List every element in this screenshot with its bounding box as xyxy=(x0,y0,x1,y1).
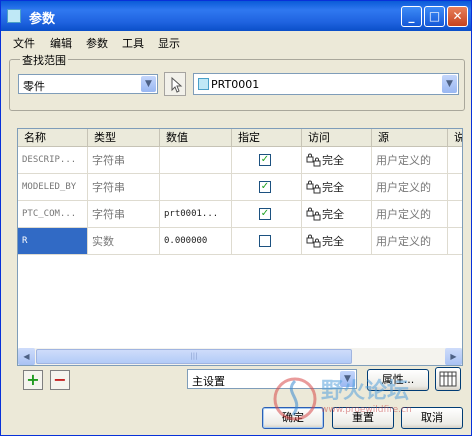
chevron-down-icon: ▼ xyxy=(141,76,156,92)
remove-parameter-button[interactable]: − xyxy=(50,370,70,390)
search-scope-label: 查找范围 xyxy=(20,52,68,68)
designate-checkbox[interactable]: ✓ xyxy=(259,181,271,193)
model-name: PRT0001 xyxy=(211,78,260,91)
close-icon: ✕ xyxy=(452,9,463,23)
lock-icon xyxy=(306,207,321,221)
minimize-button[interactable]: _ xyxy=(401,6,422,27)
column-source[interactable]: 源 xyxy=(372,129,448,146)
designate-cell[interactable] xyxy=(232,228,302,255)
access-cell[interactable]: 完全 xyxy=(302,228,372,255)
lock-icon xyxy=(306,180,321,194)
select-model-button[interactable] xyxy=(164,72,186,96)
param-type-cell[interactable]: 字符串 xyxy=(88,174,160,201)
param-description-cell[interactable] xyxy=(448,147,462,174)
model-dropdown[interactable]: PRT0001 ▼ xyxy=(193,73,459,95)
param-type-cell[interactable]: 实数 xyxy=(88,228,160,255)
minimize-icon: _ xyxy=(408,9,415,23)
param-description-cell[interactable] xyxy=(448,174,462,201)
minus-icon: − xyxy=(53,370,67,389)
param-value-cell[interactable]: prt0001... xyxy=(160,201,232,228)
menu-parameter[interactable]: 参数 xyxy=(86,35,108,51)
designate-cell[interactable]: ✓ xyxy=(232,147,302,174)
menu-bar: 文件 编辑 参数 工具 显示 xyxy=(1,32,471,50)
column-description[interactable]: 说 xyxy=(448,129,462,146)
parameters-dialog: 参数 _ □ ✕ 文件 编辑 参数 工具 显示 查找范围 零件 ▼ PRT000… xyxy=(0,0,472,436)
close-button[interactable]: ✕ xyxy=(447,6,468,27)
param-name-cell[interactable]: R xyxy=(18,228,88,255)
param-source-cell[interactable]: 用户定义的 xyxy=(372,201,448,228)
access-label: 完全 xyxy=(322,235,344,248)
param-name-cell[interactable]: PTC_COM... xyxy=(18,201,88,228)
parameter-set-dropdown[interactable]: 主设置 ▼ xyxy=(187,369,357,389)
window-title: 参数 xyxy=(29,12,56,27)
cursor-arrow-icon xyxy=(171,76,183,93)
param-description-cell[interactable] xyxy=(448,228,462,255)
menu-tools[interactable]: 工具 xyxy=(122,35,144,51)
title-bar[interactable]: 参数 _ □ ✕ xyxy=(1,1,471,31)
param-name-cell[interactable]: DESCRIP... xyxy=(18,147,88,174)
designate-cell[interactable]: ✓ xyxy=(232,174,302,201)
column-name[interactable]: 名称 xyxy=(18,129,88,146)
column-access[interactable]: 访问 xyxy=(302,129,372,146)
column-designate[interactable]: 指定 xyxy=(232,129,302,146)
column-value[interactable]: 数值 xyxy=(160,129,232,146)
designate-checkbox[interactable]: ✓ xyxy=(259,154,271,166)
scroll-thumb[interactable]: ||| xyxy=(36,349,352,364)
lock-icon xyxy=(306,234,321,248)
grid-icon xyxy=(439,371,457,387)
chevron-down-icon: ▼ xyxy=(340,371,355,387)
model-value: PRT0001 xyxy=(198,78,259,91)
table-row[interactable]: R 实数 0.000000 完全 用户定义的 xyxy=(18,228,462,255)
table-row[interactable]: MODELED_BY 字符串 ✓ 完全 用户定义的 xyxy=(18,174,462,201)
plus-icon: + xyxy=(26,370,40,389)
param-source-cell[interactable]: 用户定义的 xyxy=(372,228,448,255)
chevron-down-icon: ▼ xyxy=(442,75,457,93)
access-label: 完全 xyxy=(322,181,344,194)
access-label: 完全 xyxy=(322,208,344,221)
ok-button[interactable]: 确定 xyxy=(262,407,324,429)
maximize-button[interactable]: □ xyxy=(424,6,445,27)
table-columns-button[interactable] xyxy=(435,367,461,391)
param-value-cell[interactable] xyxy=(160,147,232,174)
reset-button[interactable]: 重置 xyxy=(332,407,394,429)
param-value-cell[interactable]: 0.000000 xyxy=(160,228,232,255)
param-description-cell[interactable] xyxy=(448,201,462,228)
param-source-cell[interactable]: 用户定义的 xyxy=(372,147,448,174)
column-type[interactable]: 类型 xyxy=(88,129,160,146)
scroll-right-button[interactable]: ▶ xyxy=(445,348,462,365)
param-type-cell[interactable]: 字符串 xyxy=(88,147,160,174)
cancel-button[interactable]: 取消 xyxy=(401,407,463,429)
horizontal-scrollbar[interactable]: ◀ ||| ▶ xyxy=(18,348,462,365)
scope-type-value: 零件 xyxy=(23,80,45,93)
menu-edit[interactable]: 编辑 xyxy=(50,35,72,51)
param-name-cell[interactable]: MODELED_BY xyxy=(18,174,88,201)
lock-icon xyxy=(306,153,321,167)
table-header: 名称 类型 数值 指定 访问 源 说 xyxy=(18,129,462,147)
designate-cell[interactable]: ✓ xyxy=(232,201,302,228)
param-type-cell[interactable]: 字符串 xyxy=(88,201,160,228)
part-icon xyxy=(198,78,209,90)
designate-checkbox[interactable]: ✓ xyxy=(259,208,271,220)
scroll-left-button[interactable]: ◀ xyxy=(18,348,35,365)
table-row[interactable]: DESCRIP... 字符串 ✓ 完全 用户定义的 xyxy=(18,147,462,174)
maximize-icon: □ xyxy=(428,9,441,23)
properties-button[interactable]: 属性... xyxy=(367,369,429,391)
scope-type-dropdown[interactable]: 零件 ▼ xyxy=(18,74,158,94)
add-parameter-button[interactable]: + xyxy=(23,370,43,390)
param-source-cell[interactable]: 用户定义的 xyxy=(372,174,448,201)
parameter-set-value: 主设置 xyxy=(192,375,225,388)
access-cell[interactable]: 完全 xyxy=(302,174,372,201)
designate-checkbox[interactable] xyxy=(259,235,271,247)
table-row[interactable]: PTC_COM... 字符串 prt0001... ✓ 完全 用户定义的 xyxy=(18,201,462,228)
param-value-cell[interactable] xyxy=(160,174,232,201)
access-label: 完全 xyxy=(322,154,344,167)
window-icon xyxy=(7,9,21,23)
access-cell[interactable]: 完全 xyxy=(302,201,372,228)
access-cell[interactable]: 完全 xyxy=(302,147,372,174)
parameter-table: 名称 类型 数值 指定 访问 源 说 DESCRIP...字符串✓完全用户定义的… xyxy=(17,128,463,366)
menu-file[interactable]: 文件 xyxy=(13,35,35,51)
menu-view[interactable]: 显示 xyxy=(158,35,180,51)
